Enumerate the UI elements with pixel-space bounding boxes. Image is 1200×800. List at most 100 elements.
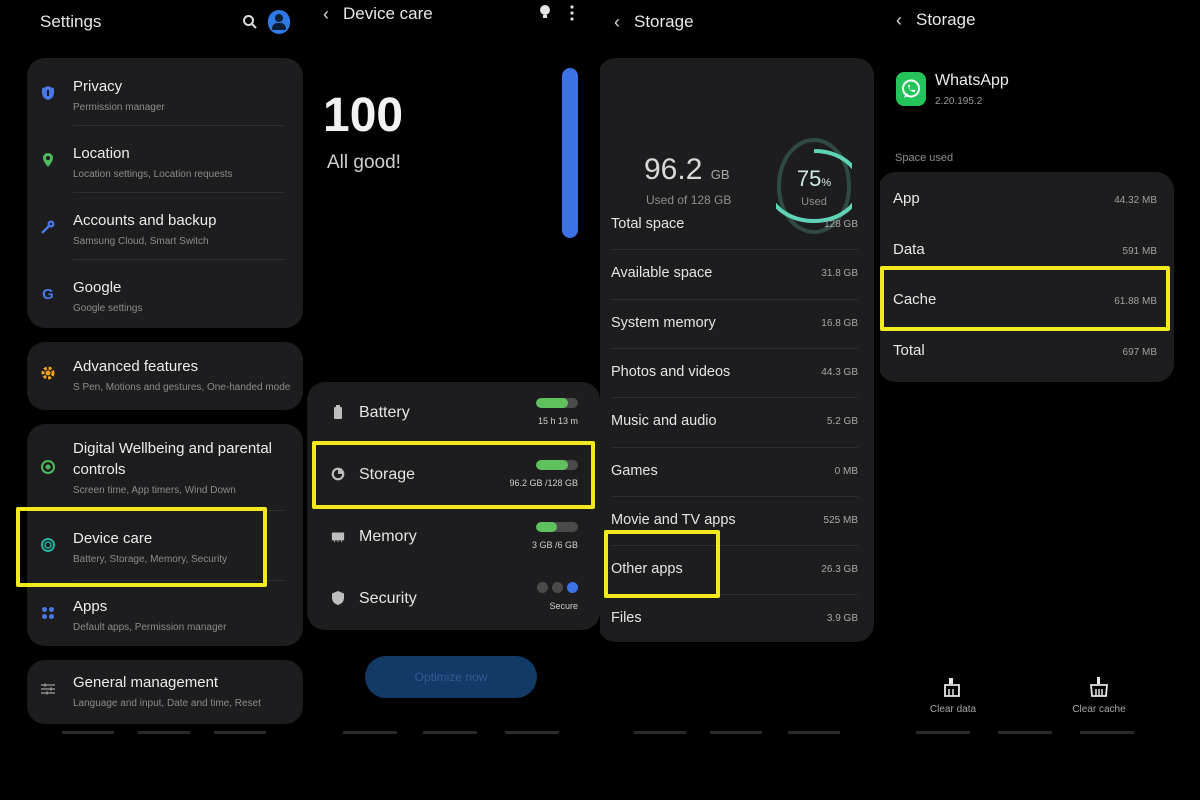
settings-item-subtitle: Samsung Cloud, Smart Switch (73, 236, 209, 247)
storage-row[interactable]: Music and audio 5.2 GB (600, 397, 874, 446)
storage-row-value: 3.9 GB (826, 613, 858, 625)
storage-row-label: Games (611, 462, 658, 479)
settings-item-title: Location (73, 145, 130, 162)
avatar-head-icon (275, 14, 283, 22)
settings-item-title: Accounts and backup (73, 212, 217, 229)
status-dot (537, 582, 548, 593)
storage-icon (331, 467, 345, 481)
settings-item-subtitle: Default apps, Permission manager (73, 622, 227, 633)
settings-header: Settings (0, 0, 305, 44)
storage-row[interactable]: Available space 31.8 GB (600, 249, 874, 298)
settings-item-subtitle: Permission manager (73, 102, 165, 113)
storage-row-label: Photos and videos (611, 363, 731, 380)
memory-chip-icon (331, 532, 345, 543)
storage-row-value: 26.3 GB (821, 564, 858, 576)
app-space-row-label: Cache (893, 291, 937, 308)
settings-item-digital-wellbeing[interactable]: Digital Wellbeing and parental controls … (27, 424, 303, 508)
divider (73, 259, 285, 260)
settings-item-subtitle: Battery, Storage, Memory, Security (73, 554, 228, 565)
wellbeing-icon (39, 458, 57, 476)
storage-row-label: Other apps (611, 561, 683, 578)
settings-item-general-management[interactable]: General management Language and input, D… (27, 658, 303, 724)
security-shield-icon (332, 591, 344, 605)
settings-item-apps[interactable]: Apps Default apps, Permission manager (27, 582, 303, 648)
back-arrow-icon[interactable]: ‹ (323, 4, 329, 25)
divider (73, 580, 285, 581)
app-space-row-label: Total (893, 341, 925, 359)
device-care-item-label: Battery (359, 404, 410, 421)
nav-bar-line (505, 731, 559, 734)
page-title: Device care (343, 4, 433, 23)
storage-row[interactable]: Total space 128 GB (600, 200, 874, 249)
storage-row[interactable]: Movie and TV apps 525 MB (600, 496, 874, 545)
storage-row-label: Music and audio (611, 413, 717, 430)
clear-data-button[interactable]: Clear data (913, 676, 993, 715)
settings-item-google[interactable]: G Google Google settings (27, 263, 303, 329)
clear-cache-button[interactable]: Clear cache (1059, 676, 1139, 715)
optimize-now-button[interactable]: Optimize now (365, 656, 537, 698)
app-space-row: App 44.32 MB (880, 174, 1174, 225)
scroll-indicator[interactable] (562, 68, 578, 238)
nav-bar-line (423, 731, 477, 734)
gear-plus-icon (39, 364, 57, 382)
storage-used-amount: 96.2 GB (644, 153, 730, 187)
app-version: 2.20.195.2 (935, 96, 983, 107)
settings-item-advanced-features[interactable]: Advanced features S Pen, Motions and ges… (27, 342, 303, 408)
app-space-row-label: App (893, 190, 920, 207)
storage-row[interactable]: Files 3.9 GB (600, 594, 874, 643)
device-care-item-memory[interactable]: Memory 3 GB /6 GB (307, 506, 600, 568)
settings-group-advanced: Advanced features S Pen, Motions and ges… (27, 342, 303, 410)
storage-row[interactable]: Photos and videos 44.3 GB (600, 348, 874, 397)
device-care-status: All good! (327, 152, 401, 173)
google-icon: G (42, 285, 54, 303)
app-space-card: App 44.32 MB Data 591 MB Cache 61.88 MB Total 6… (880, 172, 1174, 382)
app-space-row: Cache 61.88 MB (880, 275, 1174, 326)
settings-item-title: General management (73, 674, 219, 691)
nav-bar-line (62, 731, 114, 734)
divider (73, 192, 285, 193)
location-pin-icon (39, 151, 57, 169)
security-status-value: Secure (549, 601, 578, 611)
lightbulb-icon[interactable] (539, 4, 551, 20)
storage-row-value: 16.8 GB (821, 317, 858, 329)
broom-icon (1090, 677, 1108, 697)
storage-row-label: Available space (611, 265, 713, 282)
nav-bar-line (916, 731, 970, 734)
device-care-item-storage[interactable]: Storage 96.2 GB /128 GB (307, 444, 600, 506)
storage-row[interactable]: Games 0 MB (600, 447, 874, 496)
page-title: Storage (916, 10, 976, 29)
storage-row-label: System memory (611, 314, 716, 331)
app-space-row-value: 697 MB (1122, 346, 1157, 358)
app-space-row: Data 591 MB (880, 225, 1174, 276)
back-arrow-icon[interactable]: ‹ (614, 12, 620, 33)
device-care-item-security[interactable]: Security Secure (307, 568, 600, 630)
device-care-icon (39, 536, 57, 554)
settings-item-title-line2: controls (73, 461, 126, 478)
storage-used-unit: GB (710, 167, 730, 182)
storage-level-fill (536, 460, 568, 470)
storage-row[interactable]: Other apps 26.3 GB (600, 545, 874, 594)
device-care-item-battery[interactable]: Battery 15 h 13 m (307, 382, 600, 444)
device-care-header: ‹ Device care (305, 0, 600, 28)
settings-item-location[interactable]: Location Location settings, Location req… (27, 129, 303, 195)
search-icon[interactable] (242, 14, 258, 30)
settings-item-subtitle: Screen time, App timers, Wind Down (73, 485, 236, 496)
settings-item-privacy[interactable]: Privacy Permission manager (27, 62, 303, 128)
storage-header: ‹ Storage (600, 0, 880, 44)
storage-row[interactable]: System memory 16.8 GB (600, 299, 874, 348)
storage-usage-value: 96.2 GB /128 GB (509, 478, 578, 488)
back-arrow-icon[interactable]: ‹ (896, 10, 902, 31)
whatsapp-logo-icon (896, 72, 926, 106)
settings-item-device-care[interactable]: Device care Battery, Storage, Memory, Se… (27, 514, 303, 580)
app-space-row-label: Data (893, 240, 925, 258)
more-options-icon[interactable] (569, 5, 575, 21)
settings-item-title: Advanced features (73, 358, 199, 375)
settings-item-subtitle: Google settings (73, 303, 143, 314)
settings-item-accounts-backup[interactable]: Accounts and backup Samsung Cloud, Smart… (27, 196, 303, 262)
battery-icon (334, 405, 342, 419)
storage-row-value: 31.8 GB (821, 268, 858, 280)
storage-percent-sign: % (821, 177, 832, 189)
app-name: WhatsApp (935, 72, 1009, 89)
storage-used-value: 96.2 (644, 153, 703, 186)
profile-avatar[interactable] (268, 10, 290, 34)
